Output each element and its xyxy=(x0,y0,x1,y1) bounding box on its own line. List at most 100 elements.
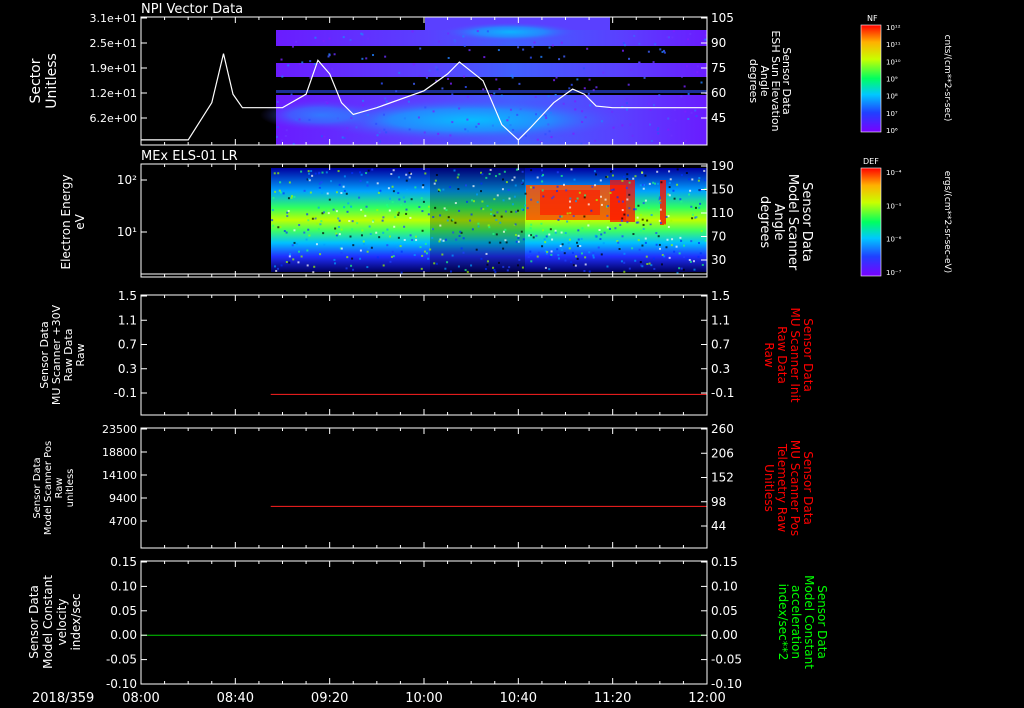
els-pixel xyxy=(689,260,692,263)
y-tick-label: -0.05 xyxy=(106,653,137,667)
els-pixel xyxy=(642,223,645,226)
els-pixel xyxy=(348,220,351,223)
els-pixel xyxy=(379,189,382,192)
els-pixel xyxy=(466,200,469,203)
els-pixel xyxy=(314,172,317,175)
els-pixel xyxy=(340,192,343,195)
els-pixel xyxy=(563,183,566,186)
els-pixel xyxy=(499,221,502,224)
els-pixel xyxy=(569,197,572,200)
els-pixel xyxy=(542,173,545,176)
els-pixel xyxy=(414,235,417,238)
els-pixel xyxy=(319,223,322,226)
els-pixel xyxy=(277,267,280,270)
npi-pixel xyxy=(333,53,336,56)
npi-pixel xyxy=(516,113,519,116)
y-tick-label: 14100 xyxy=(102,469,137,482)
els-pixel xyxy=(603,231,606,234)
els-pixel xyxy=(607,221,610,224)
npi-pixel xyxy=(346,127,349,130)
els-pixel xyxy=(397,236,400,239)
npi-pixel xyxy=(687,117,690,120)
els-pixel xyxy=(488,241,491,244)
npi-pixel xyxy=(325,100,328,103)
npi-pixel xyxy=(447,56,450,59)
els-pixel xyxy=(471,199,474,202)
npi-pixel xyxy=(384,97,387,100)
time-tick-label: 09:20 xyxy=(311,691,348,706)
els-pixel xyxy=(279,226,282,229)
npi-pixel xyxy=(579,118,582,121)
npi-pixel xyxy=(462,35,465,38)
npi-pixel xyxy=(574,108,577,111)
y-tick-label: 0.15 xyxy=(711,555,738,569)
npi-pixel xyxy=(544,114,547,117)
els-pixel xyxy=(607,205,610,208)
scanner-pos-ylabel-left-2: Model Scanner Pos xyxy=(43,441,54,535)
npi-pixel xyxy=(437,40,440,43)
els-pixel xyxy=(699,252,702,255)
els-pixel xyxy=(680,239,683,242)
mu-raw-ylabel-right-2: MU Scanner Init xyxy=(788,307,802,402)
npi-pixel xyxy=(326,68,329,71)
y-tick-label: 1.1 xyxy=(118,313,137,327)
els-pixel xyxy=(279,181,282,184)
npi-pixel xyxy=(519,108,522,111)
els-pixel xyxy=(669,178,672,181)
els-pixel xyxy=(293,195,296,198)
els-pixel xyxy=(494,175,497,178)
y-tick-label: 0.15 xyxy=(110,555,137,569)
els-pixel xyxy=(408,171,411,174)
els-pixel xyxy=(352,244,355,247)
els-pixel xyxy=(576,241,579,244)
els-pixel xyxy=(391,201,394,204)
npi-pixel xyxy=(625,102,628,105)
els-pixel xyxy=(514,233,517,236)
els-pixel xyxy=(390,255,393,258)
els-pixel xyxy=(327,212,330,215)
els-ylabel-left-2: eV xyxy=(73,213,87,229)
els-pixel xyxy=(520,182,523,185)
els-pixel xyxy=(694,206,697,209)
els-pixel xyxy=(389,260,392,263)
els-pixel xyxy=(405,208,408,211)
els-pixel xyxy=(622,175,625,178)
els-pixel xyxy=(277,172,280,175)
els-pixel xyxy=(307,170,310,173)
time-tick-label: 08:00 xyxy=(122,691,159,706)
els-pixel xyxy=(282,192,285,195)
els-ylabel-right-2: Model Scanner xyxy=(785,174,800,271)
els-pixel xyxy=(583,196,586,199)
npi-pixel xyxy=(684,110,687,113)
els-pixel xyxy=(668,186,671,189)
els-pixel xyxy=(504,210,507,213)
els-pixel xyxy=(310,170,313,173)
els-pixel xyxy=(392,169,395,172)
npi-pixel xyxy=(602,71,605,74)
els-pixel xyxy=(279,191,282,194)
els-pixel xyxy=(362,240,365,243)
els-pixel xyxy=(574,264,577,267)
els-pixel xyxy=(272,196,275,199)
npi-pixel xyxy=(633,34,636,37)
npi-heatmap xyxy=(141,17,707,145)
els-pixel xyxy=(659,201,662,204)
els-pixel xyxy=(691,217,694,220)
def-colorbar-gradient xyxy=(860,167,882,277)
els-pixel xyxy=(581,227,584,230)
els-pixel xyxy=(675,245,678,248)
npi-pixel xyxy=(512,128,515,131)
els-pixel xyxy=(338,233,341,236)
npi-pixel xyxy=(548,130,551,133)
els-pixel xyxy=(277,226,280,229)
els-pixel xyxy=(495,233,498,236)
els-pixel xyxy=(688,178,691,181)
y-tick-label: 0.00 xyxy=(711,628,738,642)
els-pixel xyxy=(340,251,343,254)
els-pixel xyxy=(605,175,608,178)
npi-pixel xyxy=(380,82,383,85)
els-pixel xyxy=(318,188,321,191)
els-pixel xyxy=(517,237,520,240)
els-pixel xyxy=(663,223,666,226)
y-tick-label: 18800 xyxy=(102,446,137,459)
